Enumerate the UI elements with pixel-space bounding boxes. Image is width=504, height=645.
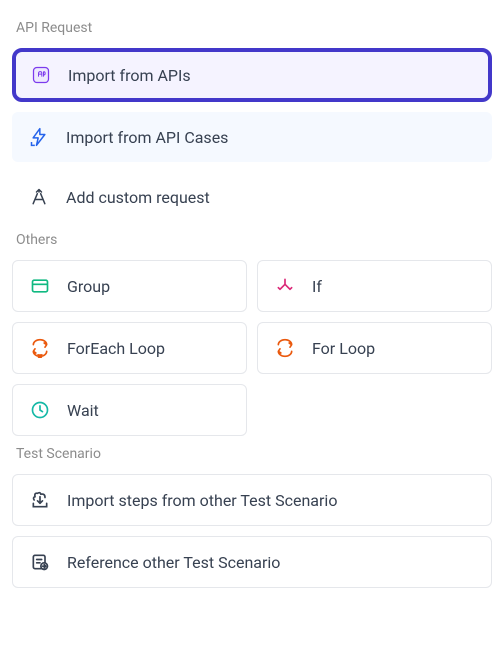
api-icon — [30, 64, 52, 86]
bolt-import-icon — [28, 126, 50, 148]
card-label: Import from APIs — [68, 66, 191, 85]
card-label: Reference other Test Scenario — [67, 553, 280, 572]
import-from-api-cases-button[interactable]: Import from API Cases — [12, 112, 492, 162]
card-label: Import steps from other Test Scenario — [67, 491, 337, 510]
group-icon — [29, 275, 51, 297]
for-loop-icon — [274, 337, 296, 359]
compass-icon — [28, 186, 50, 208]
card-label: ForEach Loop — [67, 339, 165, 358]
card-label: Import from API Cases — [66, 128, 228, 147]
reference-icon — [29, 551, 51, 573]
foreach-loop-button[interactable]: x ForEach Loop — [12, 322, 247, 374]
svg-text:x: x — [39, 354, 42, 358]
for-loop-button[interactable]: For Loop — [257, 322, 492, 374]
clock-icon — [29, 399, 51, 421]
reference-scenario-button[interactable]: Reference other Test Scenario — [12, 536, 492, 588]
foreach-loop-icon: x — [29, 337, 51, 359]
card-label: Add custom request — [66, 188, 210, 207]
import-icon — [29, 489, 51, 511]
add-custom-request-button[interactable]: Add custom request — [12, 172, 492, 222]
import-steps-button[interactable]: Import steps from other Test Scenario — [12, 474, 492, 526]
card-label: For Loop — [312, 339, 375, 358]
import-from-apis-button[interactable]: Import from APIs — [12, 48, 492, 102]
section-label-test-scenario: Test Scenario — [12, 446, 492, 462]
wait-button[interactable]: Wait — [12, 384, 247, 436]
card-label: If — [312, 277, 322, 296]
card-label: Group — [67, 277, 110, 296]
section-label-others: Others — [12, 232, 492, 248]
if-button[interactable]: If — [257, 260, 492, 312]
branch-icon — [274, 275, 296, 297]
section-label-api-request: API Request — [12, 20, 492, 36]
group-button[interactable]: Group — [12, 260, 247, 312]
card-label: Wait — [67, 401, 99, 420]
